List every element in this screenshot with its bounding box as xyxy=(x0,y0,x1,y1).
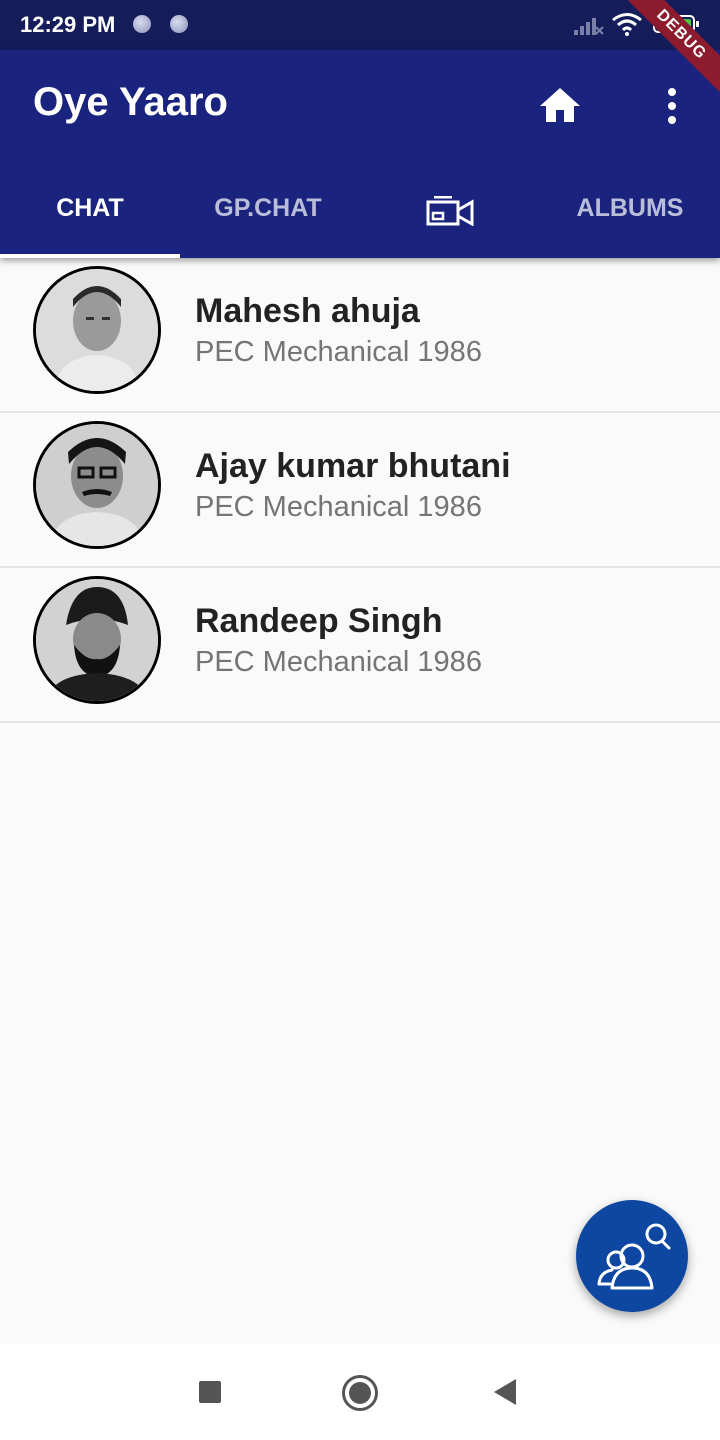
group-search-icon xyxy=(597,1223,671,1290)
tab-albums[interactable]: ALBUMS xyxy=(540,170,720,258)
list-item[interactable]: Ajay kumar bhutani PEC Mechanical 1986 xyxy=(0,413,720,568)
notification-icon xyxy=(133,15,151,33)
back-button[interactable] xyxy=(494,1379,516,1405)
list-item[interactable]: Mahesh ahuja PEC Mechanical 1986 xyxy=(0,258,720,413)
tab-chat-label: CHAT xyxy=(56,194,124,222)
more-options-button[interactable] xyxy=(652,82,692,130)
tab-video-chat[interactable] xyxy=(360,170,540,258)
notification-icon xyxy=(170,15,188,33)
contact-name: Ajay kumar bhutani xyxy=(195,447,511,485)
contact-subtitle: PEC Mechanical 1986 xyxy=(195,336,482,368)
avatar xyxy=(33,266,161,394)
video-chat-icon xyxy=(426,196,474,226)
recent-apps-button[interactable] xyxy=(199,1381,221,1403)
home-nav-button[interactable] xyxy=(342,1375,378,1411)
signal-icon xyxy=(574,18,604,35)
home-button[interactable] xyxy=(536,82,584,130)
app-title: Oye Yaaro xyxy=(33,80,228,124)
contact-subtitle: PEC Mechanical 1986 xyxy=(195,646,482,678)
tab-gp-chat-label: GP.CHAT xyxy=(214,194,322,222)
wifi-icon xyxy=(612,13,642,36)
tab-bar: CHAT GP.CHAT ALBUMS xyxy=(0,170,720,258)
tab-gp-chat[interactable]: GP.CHAT xyxy=(178,170,358,258)
more-vert-icon xyxy=(668,88,676,124)
avatar xyxy=(33,576,161,704)
app-bar: Oye Yaaro CHAT GP.CHAT ALBUMS xyxy=(0,50,720,258)
system-nav-bar xyxy=(0,1344,720,1440)
contact-name: Mahesh ahuja xyxy=(195,292,420,330)
find-friends-fab[interactable] xyxy=(576,1200,688,1312)
contact-name: Randeep Singh xyxy=(195,602,443,640)
status-bar: 12:29 PM 91 xyxy=(0,0,720,50)
tab-chat[interactable]: CHAT xyxy=(0,170,180,258)
status-time: 12:29 PM xyxy=(20,12,116,37)
home-icon xyxy=(540,88,580,122)
contact-list: Mahesh ahuja PEC Mechanical 1986 Ajay ku… xyxy=(0,258,720,723)
contact-subtitle: PEC Mechanical 1986 xyxy=(195,491,482,523)
tab-albums-label: ALBUMS xyxy=(576,194,684,222)
avatar xyxy=(33,421,161,549)
list-item[interactable]: Randeep Singh PEC Mechanical 1986 xyxy=(0,568,720,723)
tab-indicator xyxy=(0,254,180,258)
